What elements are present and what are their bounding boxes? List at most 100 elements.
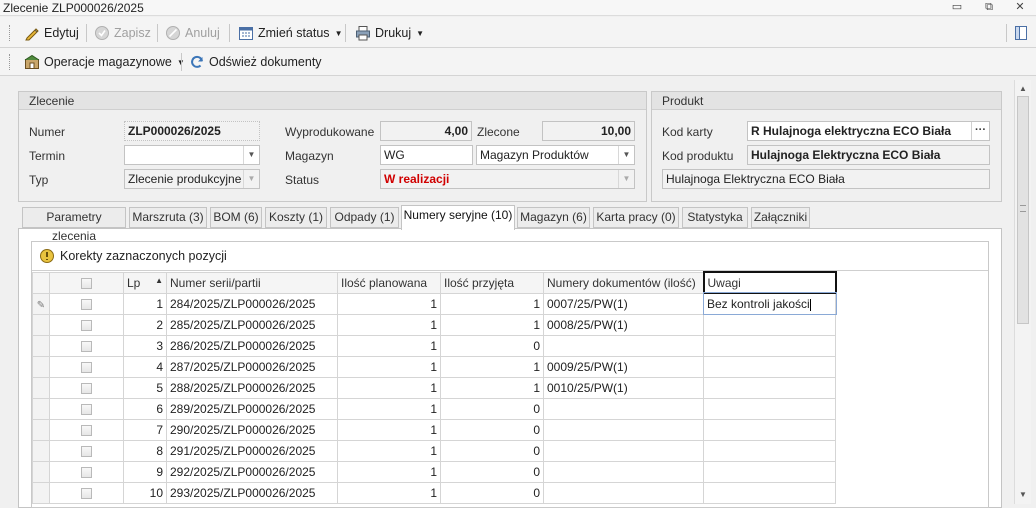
cell-dokumenty[interactable]	[543, 439, 704, 462]
cell-planowana[interactable]: 1	[337, 481, 441, 504]
cell-dokumenty[interactable]	[543, 397, 704, 420]
table-row[interactable]: 2 285/2025/ZLP000026/2025 1 1 0008/25/PW…	[32, 313, 836, 336]
cell-numer[interactable]: 284/2025/ZLP000026/2025	[166, 292, 338, 315]
cell-przyjeta[interactable]: 1	[440, 292, 544, 315]
checkbox-icon[interactable]	[81, 277, 92, 289]
cell-uwagi[interactable]	[703, 481, 836, 504]
cell-numer[interactable]: 293/2025/ZLP000026/2025	[166, 481, 338, 504]
cell-dokumenty[interactable]: 0010/25/PW(1)	[543, 376, 704, 399]
table-row[interactable]: ✎ 1 284/2025/ZLP000026/2025 1 1 0007/25/…	[32, 292, 837, 315]
tab-bom[interactable]: BOM (6)	[210, 207, 262, 228]
tab-marszruta[interactable]: Marszruta (3)	[129, 207, 207, 228]
minimize-icon[interactable]: ▭	[950, 1, 964, 14]
cell-uwagi[interactable]	[703, 460, 836, 483]
tab-zalaczniki[interactable]: Załączniki	[751, 207, 810, 228]
cell-uwagi[interactable]	[703, 418, 836, 441]
cell-przyjeta[interactable]: 0	[440, 397, 544, 420]
scroll-down-icon[interactable]: ▼	[1015, 488, 1031, 502]
cell-uwagi[interactable]: Bez kontroli jakości	[707, 297, 810, 311]
cell-uwagi-editor[interactable]: Bez kontroli jakości	[702, 292, 837, 315]
toolbar-grip[interactable]	[9, 25, 11, 41]
cell-numer[interactable]: 287/2025/ZLP000026/2025	[166, 355, 338, 378]
row-checkbox[interactable]	[49, 481, 124, 504]
table-row[interactable]: 4 287/2025/ZLP000026/2025 1 1 0009/25/PW…	[32, 355, 836, 378]
row-checkbox[interactable]	[49, 313, 124, 336]
cell-numer[interactable]: 288/2025/ZLP000026/2025	[166, 376, 338, 399]
save-button[interactable]: Zapisz	[94, 22, 151, 44]
numer-field[interactable]: ZLP000026/2025	[124, 121, 260, 141]
cell-przyjeta[interactable]: 1	[440, 313, 544, 336]
cancel-button[interactable]: Anuluj	[165, 22, 220, 44]
more-options-button[interactable]: ···	[971, 122, 989, 140]
cell-planowana[interactable]: 1	[337, 376, 441, 399]
cell-przyjeta[interactable]: 0	[440, 460, 544, 483]
scroll-up-icon[interactable]: ▲	[1015, 82, 1031, 96]
close-icon[interactable]: ✕	[1013, 1, 1027, 14]
cell-planowana[interactable]: 1	[337, 334, 441, 357]
tab-parametry-zlecenia[interactable]: Parametry zlecenia	[22, 207, 126, 243]
cell-uwagi[interactable]	[703, 355, 836, 378]
cell-przyjeta[interactable]: 0	[440, 439, 544, 462]
tab-koszty[interactable]: Koszty (1)	[265, 207, 327, 228]
cell-planowana[interactable]: 1	[337, 355, 441, 378]
magazyn-code-field[interactable]: WG	[380, 145, 473, 165]
column-header-planowana[interactable]: Ilość planowana	[337, 271, 441, 294]
edit-button[interactable]: Edytuj	[24, 22, 79, 44]
row-checkbox[interactable]	[49, 460, 124, 483]
cell-numer[interactable]: 291/2025/ZLP000026/2025	[166, 439, 338, 462]
row-checkbox[interactable]	[49, 418, 124, 441]
print-button[interactable]: Drukuj ▼	[355, 22, 424, 44]
cell-numer[interactable]: 285/2025/ZLP000026/2025	[166, 313, 338, 336]
checkbox-icon[interactable]	[81, 319, 92, 331]
cell-dokumenty[interactable]	[543, 481, 704, 504]
column-header-numer[interactable]: Numer serii/partii	[166, 271, 338, 294]
cell-dokumenty[interactable]: 0009/25/PW(1)	[543, 355, 704, 378]
checkbox-icon[interactable]	[81, 298, 92, 310]
table-row[interactable]: 3 286/2025/ZLP000026/2025 1 0	[32, 334, 836, 357]
tab-statystyka[interactable]: Statystyka	[682, 207, 748, 228]
table-row[interactable]: 7 290/2025/ZLP000026/2025 1 0	[32, 418, 836, 441]
cell-planowana[interactable]: 1	[337, 313, 441, 336]
row-checkbox[interactable]	[49, 376, 124, 399]
tab-magazyn[interactable]: Magazyn (6)	[517, 207, 590, 228]
cell-numer[interactable]: 289/2025/ZLP000026/2025	[166, 397, 338, 420]
cell-numer[interactable]: 286/2025/ZLP000026/2025	[166, 334, 338, 357]
checkbox-icon[interactable]	[81, 424, 92, 436]
tab-odpady[interactable]: Odpady (1)	[330, 207, 399, 228]
chevron-down-icon[interactable]: ▼	[243, 146, 259, 164]
column-header-dokumenty[interactable]: Numery dokumentów (ilość)	[543, 271, 704, 294]
select-all-checkbox[interactable]	[49, 271, 124, 294]
cell-planowana[interactable]: 1	[337, 292, 441, 315]
column-header-uwagi[interactable]: Uwagi	[702, 271, 837, 294]
cell-dokumenty[interactable]: 0007/25/PW(1)	[543, 292, 704, 315]
checkbox-icon[interactable]	[81, 445, 92, 457]
kod-karty-field[interactable]: R Hulajnoga elektryczna ECO Biała ···	[747, 121, 990, 141]
checkbox-icon[interactable]	[81, 403, 92, 415]
cell-dokumenty[interactable]: 0008/25/PW(1)	[543, 313, 704, 336]
cell-uwagi[interactable]	[703, 397, 836, 420]
cell-numer[interactable]: 292/2025/ZLP000026/2025	[166, 460, 338, 483]
table-row[interactable]: 5 288/2025/ZLP000026/2025 1 1 0010/25/PW…	[32, 376, 836, 399]
cell-planowana[interactable]: 1	[337, 439, 441, 462]
cell-uwagi[interactable]	[703, 334, 836, 357]
cell-numer[interactable]: 290/2025/ZLP000026/2025	[166, 418, 338, 441]
table-row[interactable]: 10 293/2025/ZLP000026/2025 1 0	[32, 481, 836, 504]
vertical-scrollbar[interactable]: ▲ ▼	[1014, 80, 1031, 504]
cell-przyjeta[interactable]: 1	[440, 355, 544, 378]
chevron-down-icon[interactable]: ▼	[618, 146, 634, 164]
row-checkbox[interactable]	[49, 355, 124, 378]
cell-przyjeta[interactable]: 0	[440, 418, 544, 441]
checkbox-icon[interactable]	[81, 466, 92, 478]
cell-uwagi[interactable]	[703, 376, 836, 399]
cell-przyjeta[interactable]: 1	[440, 376, 544, 399]
tab-karta-pracy[interactable]: Karta pracy (0)	[593, 207, 679, 228]
checkbox-icon[interactable]	[81, 487, 92, 499]
warehouse-operations-button[interactable]: Operacje magazynowe ▼	[24, 51, 185, 73]
cell-planowana[interactable]: 1	[337, 397, 441, 420]
cell-przyjeta[interactable]: 0	[440, 481, 544, 504]
row-checkbox[interactable]	[49, 292, 124, 315]
cell-uwagi[interactable]	[703, 439, 836, 462]
table-row[interactable]: 9 292/2025/ZLP000026/2025 1 0	[32, 460, 836, 483]
checkbox-icon[interactable]	[81, 361, 92, 373]
maximize-icon[interactable]: ⧉	[982, 1, 996, 14]
